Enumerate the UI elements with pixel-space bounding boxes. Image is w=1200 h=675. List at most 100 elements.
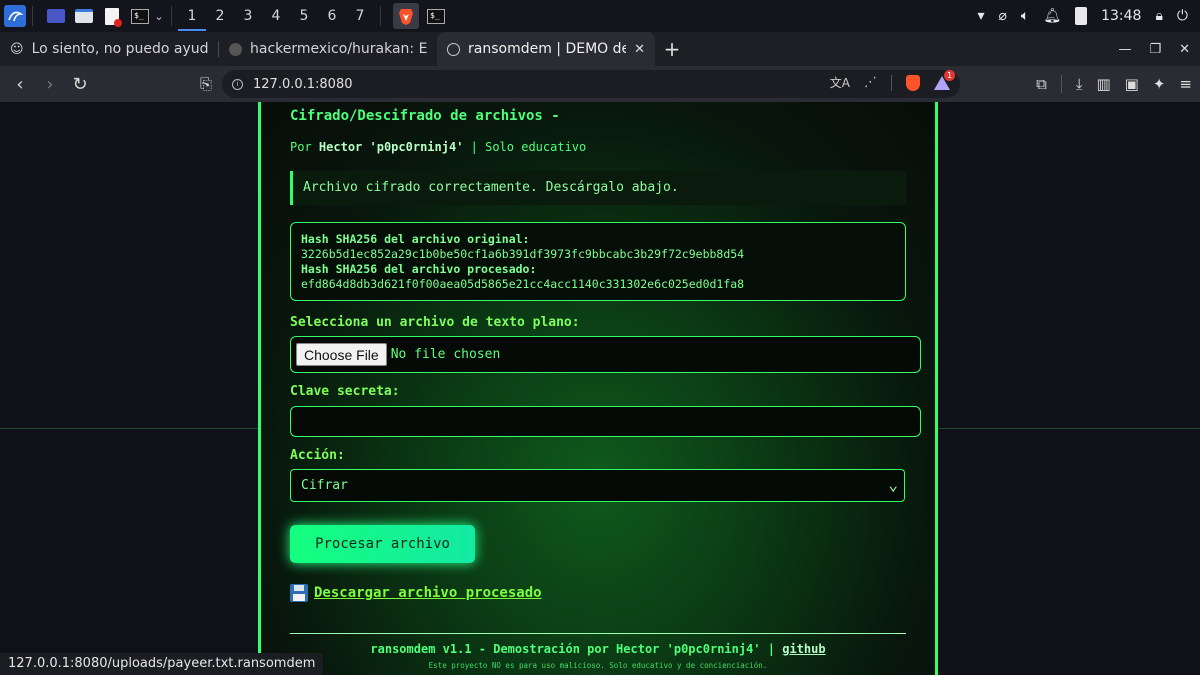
new-tab-button[interactable]: + [655,32,689,66]
byline-prefix: Por [290,140,312,154]
workspace-2[interactable]: 2 [206,8,234,24]
system-tray: ▾ ⌀ 🔈︎ 🔔︎ 13:48 🔒︎ ⏻ [977,0,1200,32]
file-input[interactable]: Choose File No file chosen [290,336,921,373]
link-status-bar: 127.0.0.1:8080/uploads/payeer.txt.ransom… [0,653,324,675]
workspace-3[interactable]: 3 [234,8,262,24]
volume-icon[interactable]: 🔈︎ [1021,8,1029,24]
address-bar[interactable]: i 127.0.0.1:8080 文A ⋰ 1 [222,69,960,98]
hash-original-value: 3226b5d1ec852a29c1b0be50cf1a6b391df3973f… [301,247,745,261]
site-info-icon[interactable]: i [232,78,243,90]
terminal-app-icon[interactable]: $_ [425,5,447,27]
workspace-7[interactable]: 7 [346,8,374,24]
taskbar-separator [380,6,381,26]
text-editor-icon[interactable] [101,5,123,27]
success-message: Archivo cifrado correctamente. Descárgal… [290,171,906,205]
url-text: 127.0.0.1:8080 [253,76,353,92]
process-button[interactable]: Procesar archivo [290,525,475,563]
files-icon[interactable] [73,5,95,27]
os-taskbar: $_ ⌄ 1 2 3 4 5 6 7 $_ ▾ ⌀ 🔈︎ 🔔︎ 13:48 🔒︎… [0,0,1200,32]
leo-ai-icon[interactable]: ✦ [1153,75,1166,93]
toolbar-right: ⧉ ⤓ ▥ ▣ ✦ ≡ [1036,66,1192,102]
hash-processed-value: efd864d8db3d621f0f00aea05d5865e21cc4acc1… [301,277,745,291]
main-panel: Cifrado/Descifrado de archivos - Por Hec… [258,102,938,675]
address-bar-actions: 文A ⋰ 1 [830,69,955,91]
hash-box: Hash SHA256 del archivo original: 3226b5… [290,222,906,301]
hash-original-label: Hash SHA256 del archivo original: [301,232,530,246]
footer: ransomdem v1.1 - Demostración por Hector… [290,642,906,656]
wifi-icon[interactable]: ▾ [977,8,984,24]
maximize-icon[interactable]: ❐ [1149,42,1161,57]
window-controls: — ❐ ✕ [1118,32,1190,66]
no-file-text: No file chosen [390,347,501,362]
key-label: Clave secreta: [290,384,400,399]
page-title: Cifrado/Descifrado de archivos - [290,108,560,124]
screenshot-icon[interactable]: ⧉ [1036,75,1047,93]
github-link[interactable]: github [782,642,825,656]
choose-file-button[interactable]: Choose File [296,343,387,366]
action-select[interactable]: Cifrar ⌄ [290,469,905,502]
byline-suffix: | Solo educativo [470,140,587,154]
download-link[interactable]: Descargar archivo procesado [290,584,542,602]
sidebar-icon[interactable]: ▥ [1096,75,1110,93]
page-viewport: Cifrado/Descifrado de archivos - Por Hec… [0,102,1200,675]
kali-menu-icon[interactable] [4,5,26,27]
divider [891,74,892,91]
secret-key-input[interactable] [290,406,921,437]
battery-icon[interactable] [1075,7,1088,25]
chevron-down-icon[interactable]: ⌄ [153,5,165,27]
github-icon [229,42,242,56]
tab-github[interactable]: hackermexico/hurakan: Es un [219,32,437,66]
attachment-icon[interactable]: ⌀ [998,8,1006,24]
bell-icon[interactable]: 🔔︎ [1043,8,1061,24]
browser-toolbar: ‹ › ↻ ⎘ i 127.0.0.1:8080 文A ⋰ 1 ⧉ ⤓ ▥ ▣ … [0,66,1200,102]
action-label: Acción: [290,448,345,463]
power-icon[interactable]: ⏻ [1177,8,1188,24]
footer-divider [290,633,906,634]
byline: Por Hector 'p0pc0rninj4' | Solo educativ… [290,140,586,154]
download-icon[interactable]: ⤓ [1076,75,1083,93]
footer-text: ransomdem v1.1 - Demostración por Hector… [370,642,775,656]
divider [1060,75,1062,93]
workspace-6[interactable]: 6 [318,8,346,24]
action-selected-value: Cifrar [301,478,348,493]
bot-icon: ☺ [10,41,24,57]
author-name: Hector 'p0pc0rninj4' [318,140,464,154]
reload-icon[interactable]: ↻ [66,70,94,98]
share-icon[interactable]: ⋰ [864,75,877,90]
chevron-down-icon: ⌄ [888,475,898,494]
workspace-5[interactable]: 5 [290,8,318,24]
translate-icon[interactable]: 文A [830,74,850,91]
lock-icon[interactable]: 🔒︎ [1155,8,1162,24]
file-label: Selecciona un archivo de texto plano: [290,315,580,330]
floppy-disk-icon [290,584,308,602]
tab-chatbot[interactable]: ☺ Lo siento, no puedo ayudar co [0,32,218,66]
hash-processed-label: Hash SHA256 del archivo procesado: [301,262,537,276]
globe-icon [447,42,460,56]
brave-app-icon[interactable] [393,3,419,29]
workspace-4[interactable]: 4 [262,8,290,24]
download-link-text[interactable]: Descargar archivo procesado [314,585,542,601]
wallet-icon[interactable]: ▣ [1125,75,1139,93]
minimize-icon[interactable]: — [1118,42,1131,57]
browser-tab-strip: ☺ Lo siento, no puedo ayudar co hackerme… [0,32,1200,66]
forward-icon[interactable]: › [36,70,64,98]
taskbar-separator [32,6,33,26]
desktop-icon[interactable] [45,5,67,27]
brave-rewards-icon[interactable]: 1 [934,69,955,90]
tab-ransomdem[interactable]: ransomdem | DEMO de cif ✕ [437,32,655,66]
terminal-icon[interactable]: $_ [129,5,151,27]
tab-label: hackermexico/hurakan: Es un [250,41,427,57]
notification-badge: 1 [944,69,955,81]
close-icon[interactable]: ✕ [634,42,645,57]
back-icon[interactable]: ‹ [6,70,34,98]
workspace-1[interactable]: 1 [178,1,206,31]
tab-label: ransomdem | DEMO de cif [468,41,627,57]
taskbar-separator [171,6,172,26]
footer-note: Este proyecto NO es para uso malicioso. … [428,661,768,670]
brave-shields-icon[interactable] [906,74,920,91]
menu-icon[interactable]: ≡ [1179,75,1192,93]
bookmark-icon[interactable]: ⎘ [192,70,220,98]
close-window-icon[interactable]: ✕ [1179,42,1190,57]
clock: 13:48 [1101,8,1142,24]
tab-label: Lo siento, no puedo ayudar co [31,41,208,57]
